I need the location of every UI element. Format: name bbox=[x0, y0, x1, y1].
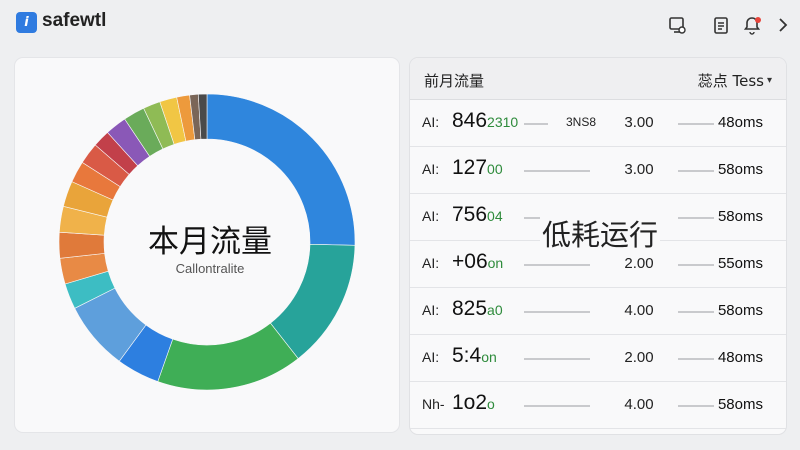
notification-dot bbox=[755, 17, 761, 23]
row-value: 12700 bbox=[452, 156, 503, 180]
table-row[interactable]: AI: 12700 3.00 58oms bbox=[410, 147, 786, 194]
row-prefix: AI: bbox=[422, 349, 440, 365]
row-value-suffix: on bbox=[487, 255, 504, 271]
app-logo-icon: i bbox=[16, 12, 37, 33]
row-bar-short bbox=[524, 405, 590, 407]
row-value-suffix: a0 bbox=[487, 302, 503, 318]
row-bar-long bbox=[678, 264, 714, 266]
row-latency: 55oms bbox=[717, 255, 763, 272]
monitor-icon[interactable] bbox=[667, 15, 687, 35]
bell-icon[interactable] bbox=[742, 15, 762, 35]
row-value: 1o2o bbox=[452, 391, 495, 415]
row-value-main: +06 bbox=[452, 250, 488, 273]
row-latency: 58oms bbox=[717, 161, 763, 178]
row-number: 2.00 bbox=[624, 255, 654, 272]
row-value: 5:4on bbox=[452, 344, 497, 368]
row-prefix: AI: bbox=[422, 302, 440, 318]
row-bar-short bbox=[524, 170, 590, 172]
row-prefix: AI: bbox=[422, 114, 440, 130]
row-number: 3.00 bbox=[624, 161, 654, 178]
row-value-suffix: on bbox=[481, 349, 497, 365]
table-row[interactable]: AI: 8462310 3NS8 3.00 48oms bbox=[410, 100, 786, 147]
row-value: 8462310 bbox=[452, 109, 518, 133]
row-latency: 48oms bbox=[717, 114, 763, 131]
row-prefix: AI: bbox=[422, 255, 440, 271]
row-value-main: 5:4 bbox=[452, 344, 482, 367]
donut-title: 本月流量 bbox=[148, 224, 272, 260]
overlay-label: 低耗运行 bbox=[540, 212, 661, 254]
row-latency: 48oms bbox=[717, 349, 763, 366]
row-bar-long bbox=[678, 170, 714, 172]
row-value-main: 846 bbox=[452, 109, 488, 132]
donut-segment-7[interactable] bbox=[58, 231, 105, 259]
row-bar-short bbox=[524, 358, 590, 360]
chevron-down-icon: ▾ bbox=[766, 75, 772, 86]
chevron-right-icon[interactable] bbox=[773, 15, 793, 35]
row-value-suffix: 00 bbox=[487, 161, 503, 177]
row-number: 4.00 bbox=[624, 396, 654, 413]
row-value-main: 1o2 bbox=[452, 391, 488, 414]
filter-dropdown[interactable]: 蕊点 Tess ▾ bbox=[698, 70, 772, 91]
row-number: 2.00 bbox=[624, 349, 654, 366]
row-prefix: Nh- bbox=[422, 396, 445, 412]
row-latency: 58oms bbox=[717, 302, 763, 319]
row-bar-long bbox=[678, 311, 714, 313]
row-value-main: 825 bbox=[452, 297, 488, 320]
row-value-suffix: 2310 bbox=[487, 114, 519, 130]
row-bar-long bbox=[678, 217, 714, 219]
row-tag: 3NS8 bbox=[566, 115, 597, 129]
row-bar-short bbox=[524, 264, 590, 266]
row-value-suffix: 04 bbox=[487, 208, 503, 224]
row-number: 3.00 bbox=[624, 114, 654, 131]
row-bar-short bbox=[524, 123, 548, 125]
app-name: safewtl bbox=[42, 10, 107, 31]
row-bar-long bbox=[678, 123, 714, 125]
row-value-suffix: o bbox=[487, 396, 495, 412]
row-latency: 58oms bbox=[717, 208, 763, 225]
top-bar: i safewtl bbox=[0, 0, 800, 50]
row-prefix: AI: bbox=[422, 161, 440, 177]
row-value-main: 756 bbox=[452, 203, 488, 226]
table-title: 前月流量 bbox=[424, 72, 485, 90]
row-value: 75604 bbox=[452, 203, 503, 227]
row-bar-long bbox=[678, 358, 714, 360]
row-number: 4.00 bbox=[624, 302, 654, 319]
traffic-donut-card: 本月流量 Callontralite bbox=[15, 58, 399, 432]
row-bar-long bbox=[678, 405, 714, 407]
filter-label: 蕊点 Tess bbox=[697, 72, 764, 90]
row-latency: 58oms bbox=[717, 396, 763, 413]
row-value: 825a0 bbox=[452, 297, 503, 321]
row-bar-short bbox=[524, 311, 590, 313]
traffic-table-card: 前月流量 蕊点 Tess ▾ AI: 8462310 3NS8 3.00 48oms AI… bbox=[410, 58, 786, 434]
row-value-main: 127 bbox=[452, 156, 488, 179]
table-row[interactable]: AI: 825a0 4.00 58oms bbox=[410, 288, 786, 335]
row-prefix: AI: bbox=[422, 208, 440, 224]
table-row[interactable]: Nh- 1o2o 4.00 58oms bbox=[410, 382, 786, 429]
table-row[interactable]: AI: 5:4on 2.00 48oms bbox=[410, 335, 786, 382]
donut-subtitle: Callontralite bbox=[175, 261, 245, 276]
donut-segment-2[interactable] bbox=[157, 322, 299, 391]
table-header: 前月流量 蕊点 Tess ▾ bbox=[410, 58, 786, 100]
clipboard-icon[interactable] bbox=[711, 15, 731, 35]
row-value: +06on bbox=[452, 250, 503, 274]
